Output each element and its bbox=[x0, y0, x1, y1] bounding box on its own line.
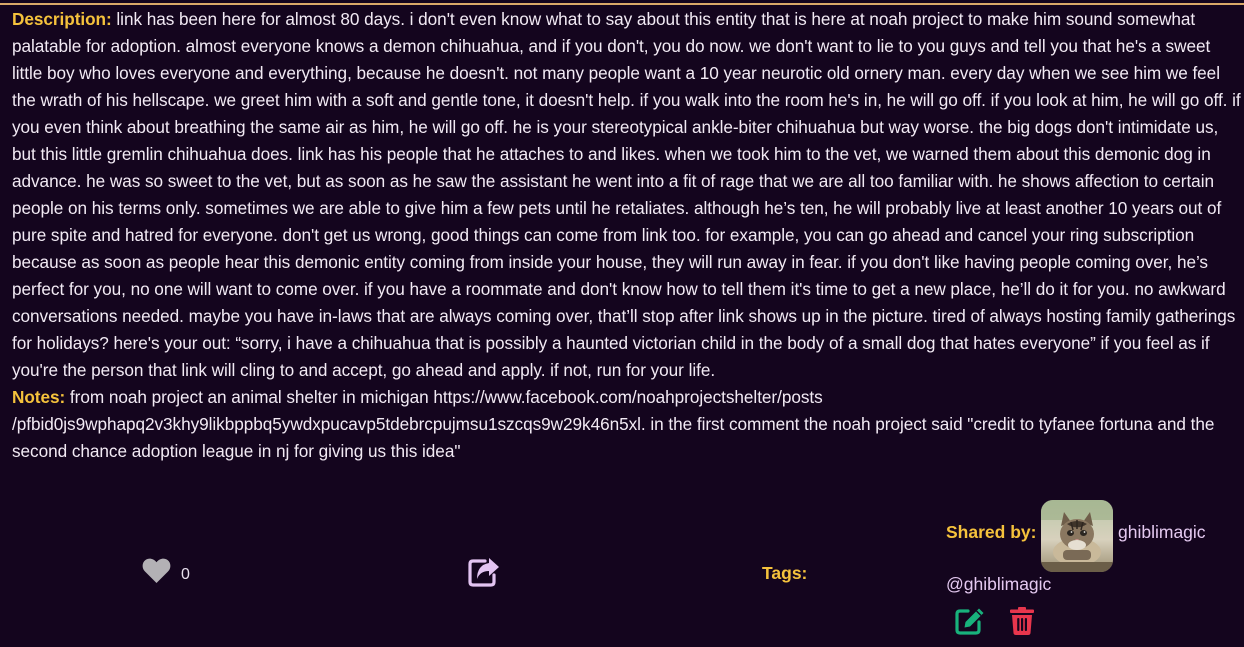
notes-text: from noah project an animal shelter in m… bbox=[12, 387, 1215, 461]
notes-label: Notes: bbox=[12, 387, 66, 407]
like-group: 0 bbox=[142, 558, 190, 584]
heart-icon[interactable] bbox=[142, 558, 171, 584]
edit-button[interactable] bbox=[955, 607, 985, 635]
user-handle[interactable]: @ghiblimagic bbox=[946, 574, 1051, 595]
avatar[interactable] bbox=[1041, 500, 1113, 572]
tags-label: Tags: bbox=[762, 563, 808, 583]
delete-button[interactable] bbox=[1009, 606, 1035, 636]
shared-by-label: Shared by: bbox=[946, 522, 1037, 542]
post-text: Description: link has been here for almo… bbox=[12, 6, 1244, 465]
share-button[interactable] bbox=[468, 557, 500, 587]
trash-icon bbox=[1010, 607, 1034, 635]
notes-paragraph: Notes: from noah project an animal shelt… bbox=[12, 384, 1244, 465]
description-text: link has been here for almost 80 days. i… bbox=[12, 9, 1241, 380]
edit-icon bbox=[955, 608, 984, 635]
description-label: Description: bbox=[12, 9, 112, 29]
top-divider bbox=[0, 3, 1244, 5]
share-icon bbox=[468, 558, 499, 587]
description-paragraph: Description: link has been here for almo… bbox=[12, 6, 1244, 384]
kitten-avatar-image bbox=[1041, 500, 1113, 572]
like-count: 0 bbox=[181, 566, 190, 583]
username[interactable]: ghiblimagic bbox=[1118, 522, 1206, 543]
